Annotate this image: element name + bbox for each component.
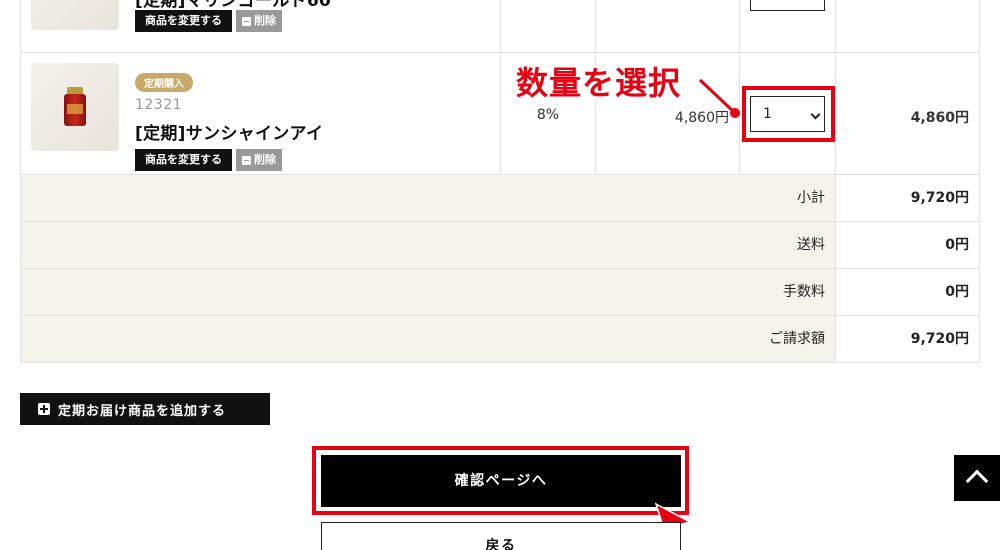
product-info: 定期購入 12321 [定期]サンシャインアイ 商品を変更する 削除 (135, 72, 323, 171)
summary-row: 手数料 0円 (21, 269, 979, 316)
product-cell: 定期購入 12321 [定期]サンシャインアイ 商品を変更する 削除 (21, 53, 501, 174)
quantity-value: 1 (763, 106, 772, 122)
product-thumbnail (31, 63, 119, 151)
minus-square-icon (242, 155, 251, 165)
summary-value: 0円 (836, 269, 979, 315)
tax-cell (501, 0, 596, 52)
cart-table: [定期]マリンゴールド60 商品を変更する 削除 定期購入 12321 [定期]… (20, 0, 980, 363)
quantity-cell: 1 (740, 53, 836, 174)
summary-value: 9,720円 (836, 316, 979, 362)
change-product-button[interactable]: 商品を変更する (135, 149, 232, 171)
summary-label: 送料 (21, 222, 836, 268)
minus-square-icon (242, 16, 251, 26)
back-button[interactable]: 戻る (321, 522, 681, 550)
item-subtotal: 4,860円 (910, 110, 969, 126)
change-product-button[interactable]: 商品を変更する (135, 10, 232, 32)
chevron-up-icon (965, 469, 989, 493)
subtotal-cell (836, 0, 979, 52)
cart-item-row: [定期]マリンゴールド60 商品を変更する 削除 (21, 0, 979, 53)
cart-item-row: 定期購入 12321 [定期]サンシャインアイ 商品を変更する 削除 8% 4,… (21, 53, 979, 175)
product-thumbnail (31, 0, 119, 30)
summary-row: 送料 0円 (21, 222, 979, 269)
chevron-down-icon (810, 109, 821, 120)
summary-value: 0円 (836, 222, 979, 268)
confirm-page-button[interactable]: 確認ページへ (321, 455, 681, 507)
add-subscription-item-button[interactable]: 定期お届け商品を追加する (20, 393, 270, 425)
unit-price: 4,860円 (674, 110, 729, 126)
annotation-label: 数量を選択 (515, 64, 682, 103)
delete-label: 削除 (254, 153, 276, 166)
subscription-badge: 定期購入 (135, 73, 193, 92)
page-top-button[interactable] (954, 455, 1000, 501)
product-code: 12321 (135, 97, 183, 113)
plus-square-icon (38, 403, 50, 415)
summary-label: ご請求額 (21, 316, 836, 362)
add-subscription-item-label: 定期お届け商品を追加する (58, 403, 227, 419)
delete-button[interactable]: 削除 (236, 10, 282, 32)
summary-row: 小計 9,720円 (21, 175, 979, 222)
quantity-cell (740, 0, 836, 52)
product-name: [定期]サンシャインアイ (135, 124, 324, 144)
summary-value: 9,720円 (836, 175, 979, 221)
summary-label: 手数料 (21, 269, 836, 315)
quantity-select[interactable] (750, 0, 825, 11)
quantity-select[interactable]: 1 (750, 96, 825, 132)
summary-row: ご請求額 9,720円 (21, 316, 979, 363)
summary-label: 小計 (21, 175, 836, 221)
subtotal-cell: 4,860円 (836, 53, 979, 174)
delete-label: 削除 (254, 14, 276, 27)
product-cell: [定期]マリンゴールド60 商品を変更する 削除 (21, 0, 501, 52)
delete-button[interactable]: 削除 (236, 149, 282, 171)
price-cell (596, 0, 740, 52)
tax-rate: 8% (536, 107, 560, 123)
